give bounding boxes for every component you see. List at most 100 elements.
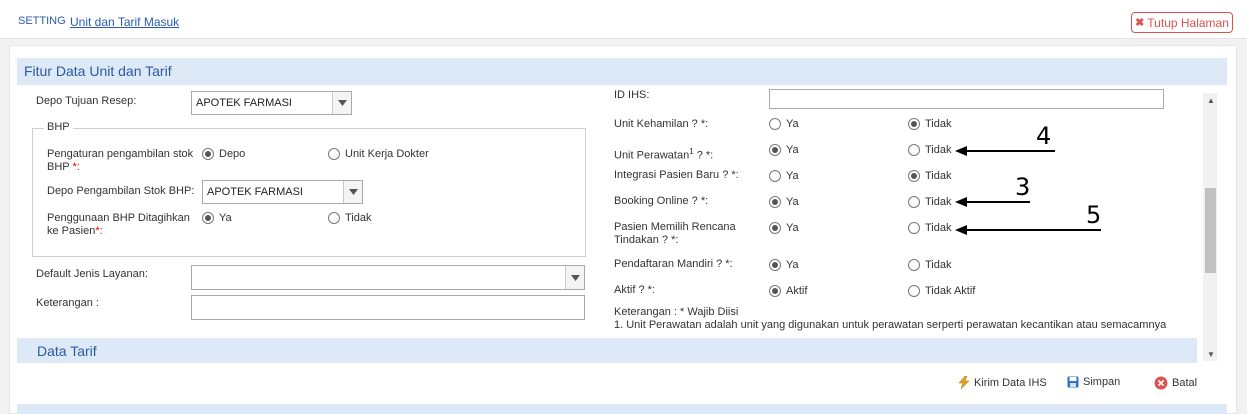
radio-selected[interactable] — [769, 196, 781, 208]
pengaturan-label-text: Pengaturan pengambilan stok BHP — [47, 148, 194, 173]
kirim-data-ihs-button[interactable]: Kirim Data IHS — [958, 376, 1047, 389]
radio-selected[interactable] — [769, 259, 781, 271]
radio-unselected[interactable] — [908, 222, 920, 234]
radio-selected[interactable] — [769, 222, 781, 234]
keterangan-input[interactable] — [191, 295, 585, 320]
aktif-option-tidak-aktif[interactable]: Tidak Aktif — [908, 285, 975, 297]
batal-button[interactable]: Batal — [1154, 376, 1197, 390]
pendaftaran-mandiri-option-ya[interactable]: Ya — [769, 259, 799, 271]
scroll-down-arrow-icon[interactable]: ▼ — [1207, 350, 1215, 359]
annotation-number: 3 — [1015, 173, 1031, 201]
breadcrumb-section: SETTING — [18, 15, 66, 27]
penggunaan-option-ya-label: Ya — [219, 212, 232, 224]
batal-label: Batal — [1172, 377, 1198, 389]
panel-header — [17, 58, 1227, 85]
pengaturan-label: Pengaturan pengambilan stok BHP *: — [47, 148, 197, 174]
aktif-aktif-label: Aktif — [786, 285, 808, 297]
radio-unselected[interactable] — [328, 212, 340, 224]
booking-online-option-tidak[interactable]: Tidak — [908, 196, 952, 208]
radio-selected[interactable] — [202, 212, 214, 224]
aktif-tidak-aktif-label: Tidak Aktif — [925, 285, 976, 297]
chevron-down-icon — [565, 266, 584, 289]
id-ihs-input[interactable] — [769, 89, 1164, 109]
simpan-button[interactable]: Simpan — [1067, 376, 1120, 388]
default-jenis-layanan-select[interactable] — [191, 265, 585, 290]
data-tarif-header[interactable] — [17, 338, 1197, 363]
radio-unselected[interactable] — [908, 144, 920, 156]
breadcrumb-link[interactable]: Unit dan Tarif Masuk — [70, 15, 179, 29]
chevron-down-icon — [343, 181, 362, 203]
unit-perawatan-label-tail: ? *: — [693, 149, 714, 162]
pasien-memilih-rencana-option-tidak[interactable]: Tidak — [908, 222, 952, 234]
chevron-down-icon — [332, 92, 351, 114]
aktif-label: Aktif ? *: — [614, 284, 655, 296]
integrasi-pasien-baru-option-tidak[interactable]: Tidak — [908, 170, 952, 182]
unit-perawatan-label-text: Unit Perawatan — [614, 149, 690, 162]
radio-selected[interactable] — [769, 285, 781, 297]
integrasi-pasien-baru-label: Integrasi Pasien Baru ? *: — [614, 169, 739, 181]
pengaturan-option-unit-kerja-label: Unit Kerja Dokter — [345, 148, 429, 160]
close-page-button[interactable]: ✖ Tutup Halaman — [1131, 12, 1233, 33]
radio-unselected[interactable] — [908, 285, 920, 297]
pendaftaran-mandiri-tidak-label: Tidak — [925, 259, 952, 271]
pengaturan-option-unit-kerja[interactable]: Unit Kerja Dokter — [328, 148, 429, 160]
penggunaan-option-tidak[interactable]: Tidak — [328, 212, 372, 224]
radio-unselected[interactable] — [908, 259, 920, 271]
radio-selected[interactable] — [908, 118, 920, 130]
required-mark: *: — [95, 225, 103, 237]
penggunaan-option-tidak-label: Tidak — [345, 212, 372, 224]
penggunaan-label: Penggunaan BHP Ditagihkan ke Pasien*: — [47, 212, 197, 238]
radio-selected[interactable] — [202, 148, 214, 160]
default-jenis-layanan-label: Default Jenis Layanan: — [36, 268, 148, 280]
pendaftaran-mandiri-option-tidak[interactable]: Tidak — [908, 259, 952, 271]
pendaftaran-mandiri-label: Pendaftaran Mandiri ? *: — [614, 258, 733, 270]
radio-unselected[interactable] — [769, 170, 781, 182]
pasien-memilih-rencana-label: Pasien Memilih Rencana Tindakan ? *: — [614, 221, 736, 246]
pasien-memilih-rencana-tidak-label: Tidak — [925, 222, 952, 234]
data-tarif-title: Data Tarif — [37, 343, 97, 359]
radio-unselected[interactable] — [769, 118, 781, 130]
note-title: Keterangan : * Wajib Diisi — [614, 306, 739, 318]
penggunaan-option-ya[interactable]: Ya — [202, 212, 232, 224]
depo-tujuan-resep-label: Depo Tujuan Resep: — [36, 95, 137, 107]
radio-unselected[interactable] — [908, 196, 920, 208]
pengaturan-option-depo-label: Depo — [219, 148, 246, 160]
radio-selected[interactable] — [908, 170, 920, 182]
keterangan-label: Keterangan : — [36, 297, 99, 309]
aktif-option-aktif[interactable]: Aktif — [769, 285, 807, 297]
close-icon: ✖ — [1135, 17, 1145, 29]
booking-online-option-ya[interactable]: Ya — [769, 196, 799, 208]
next-section-header — [17, 404, 1227, 414]
unit-kehamilan-option-ya[interactable]: Ya — [769, 118, 799, 130]
depo-pengambilan-value: APOTEK FARMASI — [207, 186, 303, 198]
bhp-legend: BHP — [44, 121, 73, 133]
scrollbar-thumb[interactable] — [1205, 188, 1216, 273]
top-bar — [0, 0, 1247, 39]
booking-online-tidak-label: Tidak — [925, 196, 952, 208]
annotation-number: 4 — [1036, 122, 1052, 150]
required-mark: *: — [72, 161, 80, 173]
pengaturan-option-depo[interactable]: Depo — [202, 148, 245, 160]
cancel-icon — [1154, 376, 1168, 390]
radio-selected[interactable] — [769, 144, 781, 156]
scroll-up-arrow-icon[interactable]: ▲ — [1207, 96, 1215, 105]
panel-title: Fitur Data Unit dan Tarif — [24, 63, 172, 79]
unit-kehamilan-label: Unit Kehamilan ? *: — [614, 118, 709, 130]
unit-perawatan-option-tidak[interactable]: Tidak — [908, 144, 952, 156]
pasien-memilih-rencana-option-ya[interactable]: Ya — [769, 222, 799, 234]
unit-perawatan-option-ya[interactable]: Ya — [769, 144, 799, 156]
note-line-1: 1. Unit Perawatan adalah unit yang digun… — [614, 319, 1167, 331]
depo-tujuan-resep-select[interactable]: APOTEK FARMASI — [191, 91, 352, 115]
unit-kehamilan-ya-label: Ya — [786, 118, 799, 130]
integrasi-pasien-baru-ya-label: Ya — [786, 170, 799, 182]
radio-unselected[interactable] — [328, 148, 340, 160]
penggunaan-label-text: Penggunaan BHP Ditagihkan ke Pasien — [47, 212, 190, 237]
integrasi-pasien-baru-option-ya[interactable]: Ya — [769, 170, 799, 182]
depo-tujuan-resep-value: APOTEK FARMASI — [196, 97, 292, 109]
simpan-label: Simpan — [1083, 376, 1121, 388]
depo-pengambilan-select[interactable]: APOTEK FARMASI — [202, 180, 363, 204]
unit-kehamilan-tidak-label: Tidak — [925, 118, 952, 130]
unit-kehamilan-option-tidak[interactable]: Tidak — [908, 118, 952, 130]
save-icon — [1067, 376, 1079, 388]
unit-perawatan-ya-label: Ya — [786, 144, 799, 156]
